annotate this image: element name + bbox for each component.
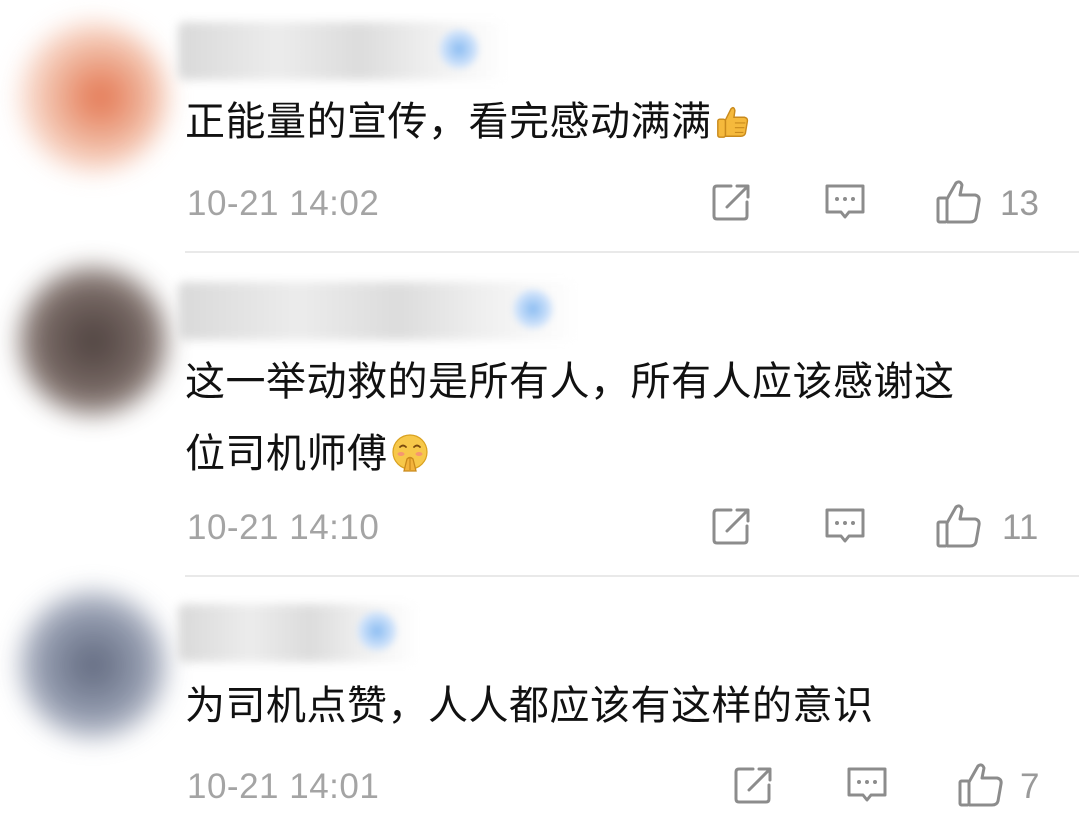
comment-text-line-2: 位司机师傅 [185, 418, 955, 490]
comment-timestamp: 10-21 14:10 [187, 508, 380, 547]
share-icon[interactable] [709, 504, 753, 548]
thumbs-up-emoji-icon [716, 106, 748, 138]
share-icon[interactable] [709, 180, 753, 224]
comment-text-line: 这一举动救的是所有人，所有人应该感谢这 [185, 359, 955, 405]
like-count: 7 [1020, 767, 1040, 806]
verified-badge-icon [438, 28, 480, 70]
avatar[interactable] [18, 266, 168, 416]
comment-text: 这一举动救的是所有人，所有人应该感谢这 位司机师傅 [185, 346, 955, 490]
share-icon[interactable] [731, 763, 775, 807]
like-count: 13 [1000, 184, 1039, 223]
comment-timestamp: 10-21 14:01 [187, 767, 380, 806]
avatar[interactable] [18, 22, 168, 172]
divider [185, 251, 1079, 253]
avatar[interactable] [18, 590, 168, 740]
thumbs-up-icon[interactable] [935, 502, 983, 550]
verified-badge-icon [356, 610, 398, 652]
verified-badge-icon [512, 288, 554, 330]
comment-timestamp: 10-21 14:02 [187, 184, 380, 223]
divider [185, 575, 1079, 577]
grateful-face-emoji-icon [391, 434, 428, 472]
thumbs-up-icon[interactable] [935, 178, 983, 226]
comment-text: 为司机点赞，人人都应该有这样的意识 [185, 670, 874, 742]
comment-text-content: 为司机点赞，人人都应该有这样的意识 [185, 683, 874, 729]
comment-text: 正能量的宣传，看完感动满满 [185, 86, 752, 158]
comment-icon[interactable] [845, 763, 889, 807]
comment-icon[interactable] [823, 180, 867, 224]
comment-icon[interactable] [823, 504, 867, 548]
comment-text-line: 位司机师傅 [185, 431, 388, 477]
thumbs-up-icon[interactable] [957, 761, 1005, 809]
like-count: 11 [1002, 508, 1039, 547]
comment-text-content: 正能量的宣传，看完感动满满 [185, 99, 712, 145]
